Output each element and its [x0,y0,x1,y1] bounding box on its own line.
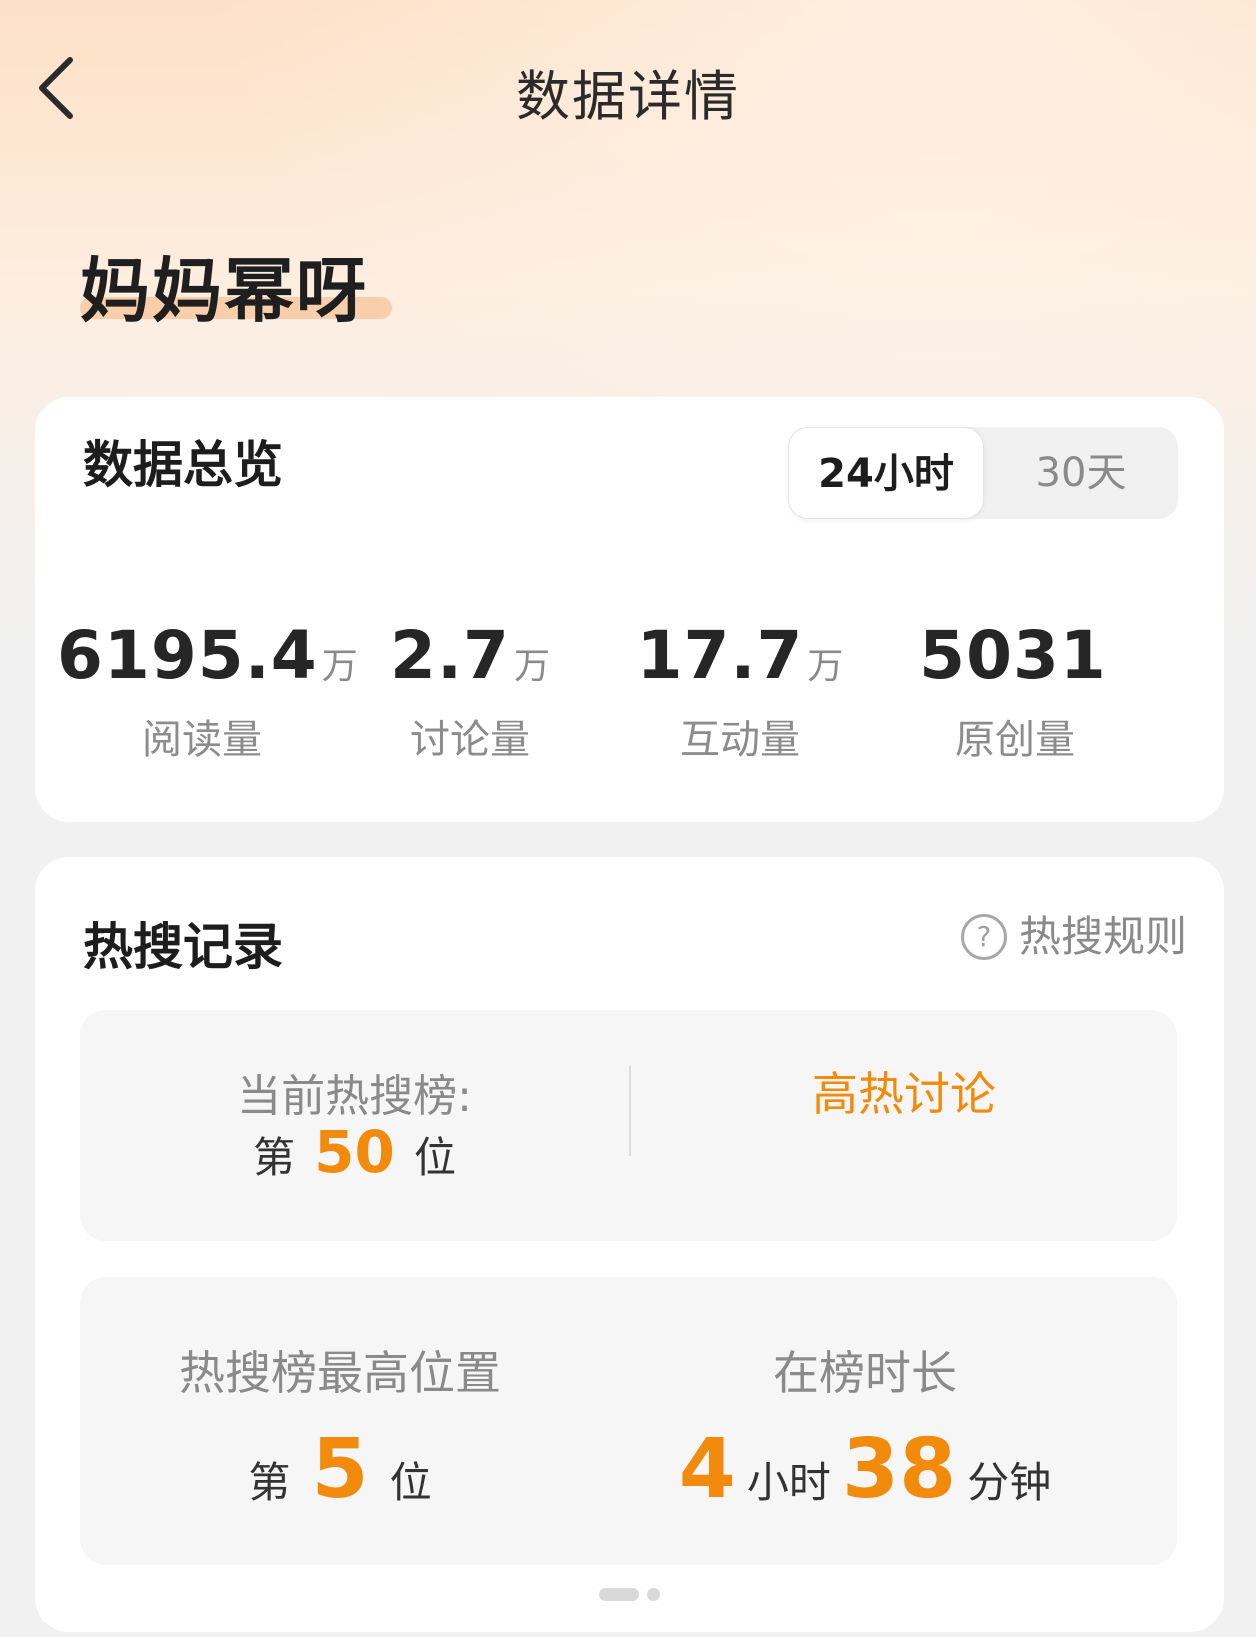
rank-prefix: 第 [253,1133,296,1182]
stat-value: 5031 [919,617,1107,694]
rank-suffix: 位 [389,1458,432,1507]
topic-title: 妈妈幂呀 [80,250,368,332]
top-nav-bar: 数据详情 [0,0,1256,180]
current-rank-label: 当前热搜榜: [237,1071,472,1122]
stat-unit: 万 [807,646,844,687]
topic-header: 妈妈幂呀 [80,235,392,335]
stat-unit: 万 [513,646,550,687]
duration-minutes: 38 [842,1422,957,1517]
stat-label: 阅读量 [142,717,262,763]
stat-label: 讨论量 [410,717,530,763]
rank-prefix: 第 [248,1458,291,1507]
heat-tag: 高热讨论 [812,1067,996,1121]
page-indicator [35,1584,1224,1603]
page-dot-active [599,1588,639,1601]
stat-value: 6195.4 [57,617,318,694]
current-rank-value: 第 50 位 [80,1118,629,1186]
tab-24-hours[interactable]: 24小时 [788,427,984,519]
data-overview-card: 数据总览 24小时 30天 6195.4 万 阅读量 2.7 万 讨论量 17.7 万… [35,397,1224,822]
minutes-unit: 分钟 [967,1458,1052,1507]
page-title: 数据详情 [516,65,740,128]
rank-suffix: 位 [413,1133,456,1182]
highest-rank-value: 第 5 位 [120,1422,560,1517]
duration-hours: 4 [678,1422,736,1517]
highest-rank-number: 5 [311,1422,369,1517]
tab-30-days[interactable]: 30天 [984,427,1178,519]
duration-value: 4 小时 38 分钟 [620,1422,1110,1517]
stat-label: 原创量 [955,717,1075,763]
stat-value: 2.7 [390,617,510,694]
current-rank-number: 50 [314,1118,395,1186]
highest-rank-label: 热搜榜最高位置 [179,1346,501,1400]
page-dot [647,1588,660,1601]
stat-value: 17.7 [636,617,804,694]
question-circle-icon: ? [960,913,1007,960]
hot-search-rules-link[interactable]: ? 热搜规则 [960,909,1187,965]
rules-label: 热搜规则 [1018,912,1187,961]
rank-history-panel: 热搜榜最高位置 第 5 位 在榜时长 4 小时 38 分钟 [80,1277,1177,1565]
time-range-switch: 24小时 30天 [788,427,1178,519]
duration-label: 在榜时长 [773,1346,957,1400]
overview-title: 数据总览 [83,436,283,494]
stat-discussions: 2.7 万 讨论量 [325,617,615,765]
stat-original-posts: 5031 原创量 [870,617,1160,765]
stat-reads: 6195.4 万 阅读量 [57,617,358,765]
hours-unit: 小时 [746,1458,831,1507]
current-rank-panel: 当前热搜榜: 第 50 位 高热讨论 [80,1010,1177,1241]
hot-search-title: 热搜记录 [83,918,283,976]
stat-interactions: 17.7 万 互动量 [595,617,885,765]
hot-search-card: 热搜记录 ? 热搜规则 当前热搜榜: 第 50 位 高热讨论 热搜榜最高位置 第 … [35,857,1224,1632]
stat-label: 互动量 [680,717,800,763]
